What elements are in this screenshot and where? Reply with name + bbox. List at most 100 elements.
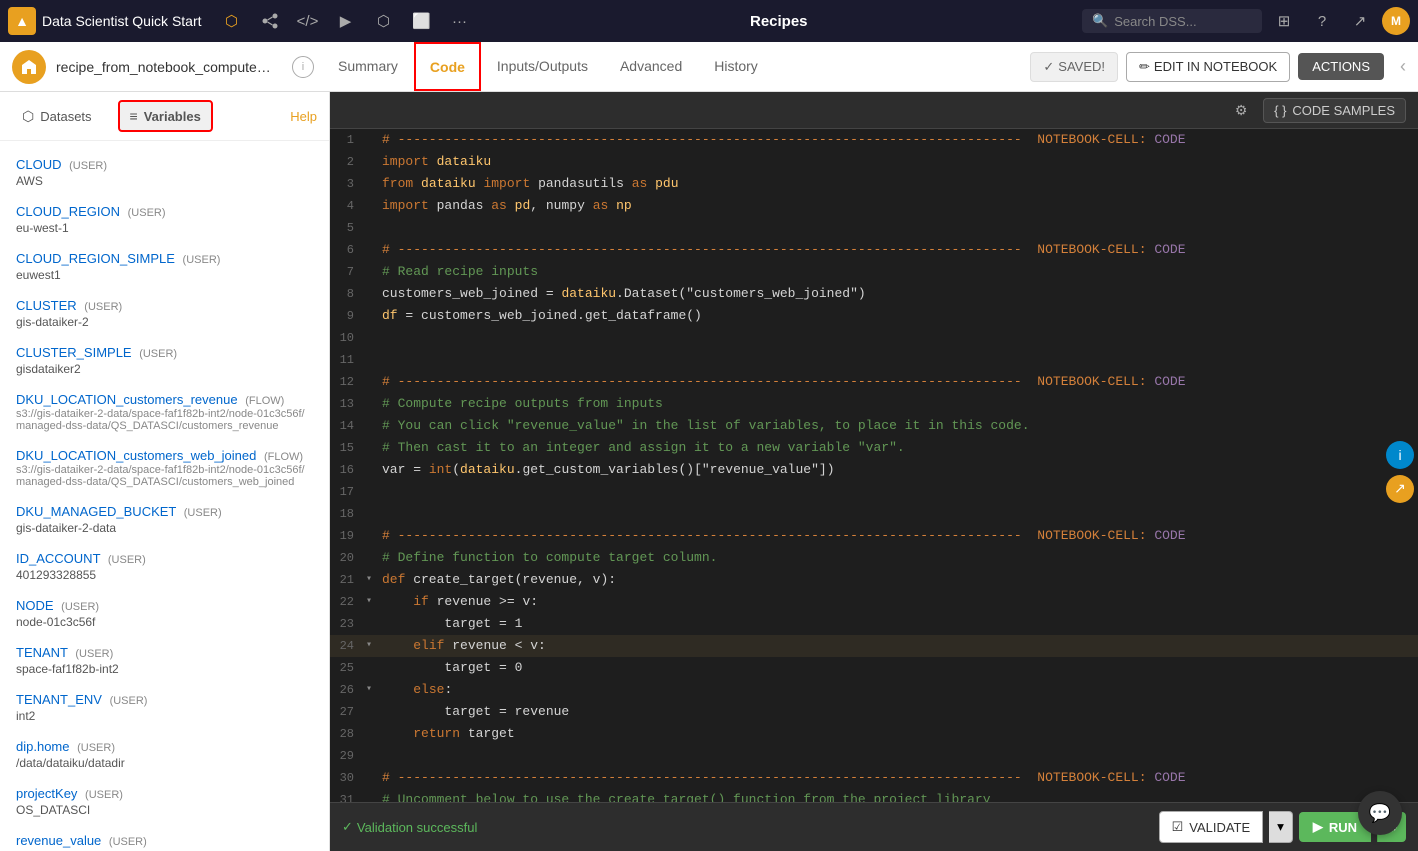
saved-button[interactable]: ✓ SAVED! (1030, 52, 1118, 82)
table-row: 15# Then cast it to an integer and assig… (330, 437, 1418, 459)
table-row: 26▾ else: (330, 679, 1418, 701)
list-item[interactable]: CLOUD_REGION (USER) eu-west-1 (0, 196, 329, 243)
var-name: DKU_MANAGED_BUCKET (USER) (16, 504, 313, 519)
line-number: 1 (330, 129, 366, 151)
tabbar: recipe_from_notebook_compute_customers_.… (0, 42, 1418, 92)
tab-history[interactable]: History (698, 42, 774, 91)
app-logo[interactable]: ▲ (8, 7, 36, 35)
avatar[interactable]: M (1382, 7, 1410, 35)
line-content: from dataiku import pandasutils as pdu (382, 173, 1418, 195)
line-content: var = int(dataiku.get_custom_variables()… (382, 459, 1418, 481)
check-icon: ✓ (342, 819, 353, 835)
line-content: if revenue >= v: (382, 591, 1418, 613)
line-number: 25 (330, 657, 366, 679)
validate-button[interactable]: ☑ VALIDATE (1159, 811, 1264, 843)
line-number: 14 (330, 415, 366, 437)
search-bar[interactable]: 🔍 (1082, 9, 1262, 33)
list-item[interactable]: DKU_LOCATION_customers_revenue (FLOW)s3:… (0, 384, 329, 440)
bottom-bar: ✓ Validation successful ☑ VALIDATE ▾ ▶ R… (330, 802, 1418, 851)
line-content: # Uncomment below to use the create_targ… (382, 789, 1418, 802)
list-item[interactable]: CLOUD_REGION_SIMPLE (USER)euwest1 (0, 243, 329, 290)
list-item[interactable]: NODE (USER)node-01c3c56f (0, 590, 329, 637)
validate-caret-button[interactable]: ▾ (1269, 811, 1293, 843)
help-link[interactable]: Help (290, 109, 317, 124)
list-item[interactable]: ID_ACCOUNT (USER)401293328855 (0, 543, 329, 590)
list-item[interactable]: TENANT (USER)space-faf1f82b-int2 (0, 637, 329, 684)
table-row: 10 (330, 327, 1418, 349)
home-icon[interactable]: ⬡ (216, 5, 248, 37)
list-item[interactable]: CLUSTER_SIMPLE (USER)gisdataiker2 (0, 337, 329, 384)
list-item[interactable]: revenue_value (USER) (0, 825, 329, 851)
table-row: 28 return target (330, 723, 1418, 745)
list-item[interactable]: dip.home (USER)/data/dataiku/datadir (0, 731, 329, 778)
info-float-icon[interactable]: i (1386, 441, 1414, 469)
list-item[interactable]: CLOUD (USER)AWS (0, 149, 329, 196)
line-content: import dataiku (382, 151, 1418, 173)
var-name: CLOUD (USER) (16, 157, 313, 172)
share-float-icon[interactable]: ↗ (1386, 475, 1414, 503)
run-icon[interactable]: ▶ (330, 5, 362, 37)
panel-tab-datasets[interactable]: ⬡ Datasets (12, 102, 102, 131)
code-samples-button[interactable]: { } CODE SAMPLES (1263, 98, 1406, 123)
datasets-icon: ⬡ (22, 108, 34, 125)
variables-list: CLOUD (USER)AWS CLOUD_REGION (USER) eu-wes… (0, 141, 329, 851)
settings-icon[interactable]: ⚙ (1227, 96, 1255, 124)
line-number: 8 (330, 283, 366, 305)
notifications-icon[interactable]: ↗ (1344, 5, 1376, 37)
line-content: target = 0 (382, 657, 1418, 679)
breadcrumb-logo[interactable] (12, 50, 46, 84)
back-arrow-icon[interactable]: ‹ (1400, 56, 1406, 77)
line-number: 11 (330, 349, 366, 371)
panel-tab-variables[interactable]: ≡ Variables (118, 100, 213, 132)
var-name: CLOUD_REGION (USER) (16, 204, 313, 219)
var-name: dip.home (USER) (16, 739, 313, 754)
list-item[interactable]: DKU_LOCATION_customers_web_joined (FLOW)… (0, 440, 329, 496)
actions-button[interactable]: ACTIONS (1298, 53, 1384, 80)
grid-icon[interactable]: ⊞ (1268, 5, 1300, 37)
table-row: 3from dataiku import pandasutils as pdu (330, 173, 1418, 195)
tab-inputs-outputs[interactable]: Inputs/Outputs (481, 42, 604, 91)
line-number: 12 (330, 371, 366, 393)
line-number: 15 (330, 437, 366, 459)
line-number: 29 (330, 745, 366, 767)
fold-arrow[interactable]: ▾ (366, 679, 382, 701)
flow-icon[interactable] (254, 5, 286, 37)
line-content: else: (382, 679, 1418, 701)
info-icon[interactable]: i (292, 56, 314, 78)
table-row: 22▾ if revenue >= v: (330, 591, 1418, 613)
search-input[interactable] (1114, 14, 1244, 29)
fold-arrow[interactable]: ▾ (366, 591, 382, 613)
line-number: 17 (330, 481, 366, 503)
tabs-container: Summary Code Inputs/Outputs Advanced His… (322, 42, 774, 91)
code-area[interactable]: 1 # -------------------------------------… (330, 129, 1418, 802)
edit-in-notebook-button[interactable]: ✏ EDIT IN NOTEBOOK (1126, 52, 1290, 82)
var-value: gis-dataiker-2-data (16, 521, 313, 535)
line-content: # --------------------------------------… (382, 129, 1418, 151)
list-item[interactable]: projectKey (USER)OS_DATASCI (0, 778, 329, 825)
fold-arrow[interactable]: ▾ (366, 635, 382, 657)
help-icon[interactable]: ? (1306, 5, 1338, 37)
var-value: eu-west-1 (16, 221, 313, 235)
more-icon[interactable]: ··· (444, 5, 476, 37)
line-number: 19 (330, 525, 366, 547)
panel-tab-variables-label: Variables (144, 109, 201, 124)
panel-tabs: ⬡ Datasets ≡ Variables Help (0, 92, 329, 141)
tab-code[interactable]: Code (414, 42, 481, 91)
dashboard-icon[interactable]: ⬜ (406, 5, 438, 37)
table-row: 23 target = 1 (330, 613, 1418, 635)
tab-summary[interactable]: Summary (322, 42, 414, 91)
table-row: 12# ------------------------------------… (330, 371, 1418, 393)
line-content: # Define function to compute target colu… (382, 547, 1418, 569)
tab-advanced[interactable]: Advanced (604, 42, 698, 91)
code-icon[interactable]: </> (292, 5, 324, 37)
line-content: # --------------------------------------… (382, 525, 1418, 547)
list-item[interactable]: CLUSTER (USER)gis-dataiker-2 (0, 290, 329, 337)
line-content: return target (382, 723, 1418, 745)
deploy-icon[interactable]: ⬡ (368, 5, 400, 37)
fold-arrow[interactable]: ▾ (366, 569, 382, 591)
list-item[interactable]: TENANT_ENV (USER)int2 (0, 684, 329, 731)
table-row: 2import dataiku (330, 151, 1418, 173)
table-row: 7# Read recipe inputs (330, 261, 1418, 283)
list-item[interactable]: DKU_MANAGED_BUCKET (USER) gis-dataiker-2-… (0, 496, 329, 543)
chat-button[interactable]: 💬 (1358, 791, 1402, 835)
